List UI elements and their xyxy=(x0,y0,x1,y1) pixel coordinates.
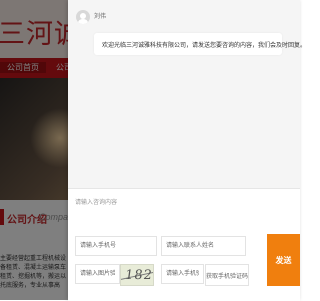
avatar-icon xyxy=(76,10,90,24)
image-code-field[interactable] xyxy=(75,264,120,284)
sender-name: 刘伟 xyxy=(94,14,107,20)
phone-field[interactable] xyxy=(75,236,157,256)
message-bubble: 欢迎光临三河诚雅科技有限公司，请发送您要咨询的内容，我们会及时回复。 xyxy=(94,33,306,55)
message-list: 刘伟 欢迎光临三河诚雅科技有限公司，请发送您要咨询的内容，我们会及时回复。 xyxy=(68,0,306,188)
message-text: 欢迎光临三河诚雅科技有限公司，请发送您要咨询的内容，我们会及时回复。 xyxy=(102,43,307,49)
captcha-text: 1829 xyxy=(123,268,154,283)
message-input[interactable] xyxy=(75,197,293,233)
captcha-image[interactable]: 1829 xyxy=(120,264,154,286)
send-button[interactable]: 发送 xyxy=(267,234,300,286)
contact-name-field[interactable] xyxy=(161,236,246,256)
sms-code-field[interactable] xyxy=(161,264,204,284)
get-sms-code-button[interactable]: 获取手机验证码 xyxy=(205,264,249,286)
